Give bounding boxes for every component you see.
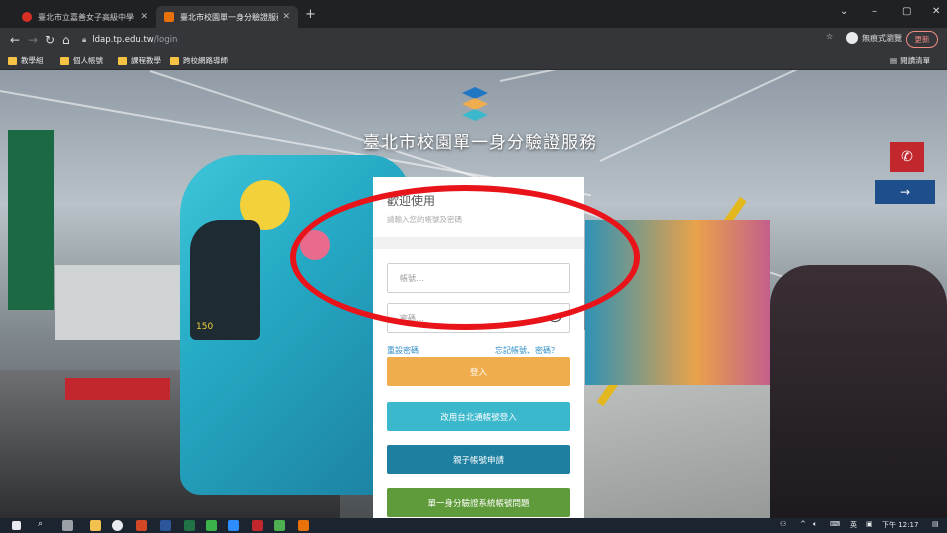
lock-icon: 🔒︎ bbox=[82, 35, 87, 44]
clock[interactable]: 下午 12:17 bbox=[882, 520, 918, 530]
exit-arrow-icon: → bbox=[875, 180, 935, 204]
tab-ldap[interactable]: 臺北市校園單一身分驗證服務 ✕ bbox=[156, 6, 298, 28]
parent-account-apply-button[interactable]: 親子帳號申請 bbox=[387, 445, 570, 474]
bookmark-label: 個人帳號 bbox=[73, 56, 103, 65]
app-icon[interactable] bbox=[274, 520, 285, 531]
windows-start-icon[interactable] bbox=[12, 521, 21, 530]
excel-icon[interactable] bbox=[184, 520, 195, 531]
url-host: ldap.tp.edu.tw bbox=[92, 35, 154, 45]
reset-password-link[interactable]: 重設密碼 bbox=[387, 345, 419, 356]
search-icon[interactable]: ⌕ bbox=[38, 519, 43, 529]
login-button[interactable]: 登入 bbox=[387, 357, 570, 386]
login-page: 150 ✆ → 臺北市校園單一身分驗證服務 歡迎使用 請輸入您的帳號及密碼 重設… bbox=[0, 70, 947, 518]
close-window-button[interactable]: ✕ bbox=[932, 6, 940, 17]
folder-icon bbox=[170, 56, 179, 65]
word-icon[interactable] bbox=[160, 520, 171, 531]
bookmark-folder[interactable]: 教學組 bbox=[8, 55, 44, 66]
background-train bbox=[55, 265, 190, 340]
reading-list-label: 閱讀清單 bbox=[900, 56, 931, 65]
station-pillar bbox=[8, 130, 54, 310]
platform-warning-sign bbox=[65, 378, 170, 400]
minimize-button[interactable]: – bbox=[872, 6, 877, 17]
new-tab-button[interactable]: + bbox=[305, 7, 316, 22]
roof-truss bbox=[499, 70, 941, 82]
app-icon[interactable] bbox=[252, 520, 263, 531]
home-icon[interactable]: ⌂ bbox=[62, 33, 70, 47]
bookmark-label: 跨校網路導師 bbox=[183, 56, 228, 65]
passengers-crowd bbox=[770, 265, 947, 518]
meet-icon[interactable] bbox=[228, 520, 239, 531]
url-path: /login bbox=[153, 35, 178, 45]
maximize-button[interactable]: ▢ bbox=[902, 6, 911, 17]
tray-chevron-icon[interactable]: ^ bbox=[800, 520, 806, 528]
bookmark-label: 課程教學 bbox=[131, 56, 161, 65]
ldap-favicon-icon bbox=[164, 12, 174, 22]
incognito-profile[interactable]: 無痕式瀏覽 bbox=[846, 32, 902, 44]
phone-sign-icon: ✆ bbox=[890, 142, 924, 172]
reload-icon[interactable]: ↻ bbox=[45, 33, 55, 47]
bookmarks-bar: 教學組 個人帳號 課程教學 跨校網路導師 ▤ 閱讀清單 bbox=[0, 52, 947, 70]
reading-list-icon: ▤ bbox=[890, 56, 898, 65]
bookmark-folder[interactable]: 跨校網路導師 bbox=[170, 55, 228, 66]
close-tab-icon[interactable]: ✕ bbox=[140, 12, 148, 22]
tab-title: 臺北市校園單一身分驗證服務 bbox=[180, 12, 279, 22]
incognito-icon bbox=[846, 32, 858, 44]
ldap-app-icon[interactable] bbox=[298, 520, 309, 531]
tab-title: 臺北市立嘉善女子高級中學 - 副... bbox=[38, 12, 136, 22]
page-title: 臺北市校園單一身分驗證服務 bbox=[363, 133, 597, 153]
volume-icon[interactable]: 🔈︎ bbox=[813, 520, 817, 529]
people-icon[interactable]: ⚇ bbox=[780, 520, 786, 528]
bookmark-label: 教學組 bbox=[21, 56, 44, 65]
update-button[interactable]: 更新 bbox=[906, 31, 938, 48]
chrome-icon[interactable] bbox=[112, 520, 123, 531]
ime-indicator[interactable]: 英 bbox=[850, 520, 857, 530]
keyboard-icon[interactable]: ⌨ bbox=[830, 520, 840, 528]
reading-list[interactable]: ▤ 閱讀清單 bbox=[890, 55, 930, 66]
powerpoint-icon[interactable] bbox=[136, 520, 147, 531]
file-explorer-icon[interactable] bbox=[90, 520, 101, 531]
line-icon[interactable] bbox=[206, 520, 217, 531]
tab-bar: 臺北市立嘉善女子高級中學 - 副... ✕ 臺北市校園單一身分驗證服務 ✕ + … bbox=[0, 0, 947, 28]
folder-icon bbox=[118, 56, 127, 65]
notification-box-icon[interactable]: ▣ bbox=[866, 520, 873, 528]
tab-search-icon[interactable]: ⌄ bbox=[840, 6, 848, 17]
train-windshield: 150 bbox=[190, 220, 260, 340]
account-faq-button[interactable]: 單一身分驗證系統帳號問題 bbox=[387, 488, 570, 517]
address-bar[interactable]: 🔒︎ ldap.tp.edu.tw /login bbox=[82, 31, 812, 49]
task-view-icon[interactable] bbox=[62, 520, 73, 531]
bookmark-folder[interactable]: 個人帳號 bbox=[60, 55, 103, 66]
red-annotation-circle bbox=[290, 185, 640, 330]
folder-icon bbox=[8, 56, 17, 65]
bookmark-star-icon[interactable]: ☆ bbox=[826, 32, 833, 41]
back-arrow-icon[interactable]: ← bbox=[10, 33, 20, 47]
browser-toolbar: ← → ↻ ⌂ 🔒︎ ldap.tp.edu.tw /login ☆ 無痕式瀏覽… bbox=[0, 28, 947, 52]
profile-label: 無痕式瀏覽 bbox=[862, 33, 902, 43]
tab-school[interactable]: 臺北市立嘉善女子高級中學 - 副... ✕ bbox=[14, 6, 156, 28]
taipei-pass-login-button[interactable]: 改用台北通帳號登入 bbox=[387, 402, 570, 431]
ldap-logo bbox=[462, 87, 488, 121]
bookmark-folder[interactable]: 課程教學 bbox=[118, 55, 161, 66]
folder-icon bbox=[60, 56, 69, 65]
windows-taskbar: ⌕ ⚇ ^ 🔈︎ ⌨ 英 ▣ 下午 12:17 ▤ bbox=[0, 518, 947, 533]
school-favicon-icon bbox=[22, 12, 32, 22]
roof-truss bbox=[599, 70, 918, 162]
forward-arrow-icon[interactable]: → bbox=[28, 33, 38, 47]
forgot-account-link[interactable]: 忘記帳號、密碼？ bbox=[495, 345, 559, 356]
close-tab-icon[interactable]: ✕ bbox=[282, 12, 290, 22]
train-number: 150 bbox=[196, 322, 214, 332]
action-center-icon[interactable]: ▤ bbox=[932, 520, 939, 528]
